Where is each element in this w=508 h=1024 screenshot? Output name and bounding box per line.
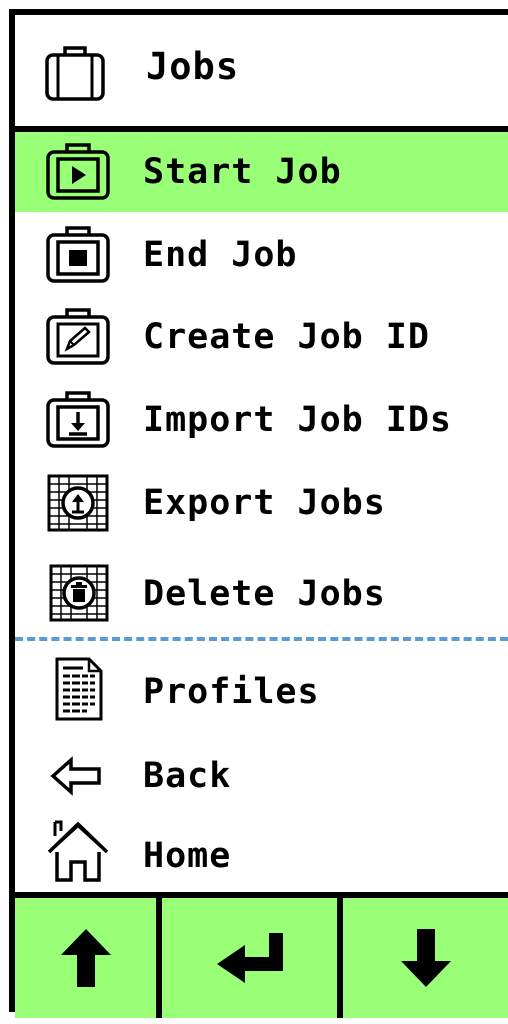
enter-button[interactable] <box>162 898 343 1018</box>
menu-item-label: End Job <box>143 235 298 275</box>
menu-item-label: Home <box>143 836 232 876</box>
menu-item-label: Start Job <box>143 152 342 192</box>
menu-item-end-job[interactable]: End Job <box>15 215 508 295</box>
back-arrow-icon <box>43 746 113 806</box>
menu-item-export-jobs[interactable]: Export Jobs <box>15 463 508 543</box>
menu-item-back[interactable]: Back <box>15 736 508 816</box>
document-icon <box>43 657 113 722</box>
menu-item-label: Back <box>143 756 232 796</box>
export-icon <box>43 473 113 533</box>
enter-icon <box>215 931 285 985</box>
delete-icon <box>43 564 113 624</box>
menu-item-label: Delete Jobs <box>143 574 386 614</box>
menu-item-label: Import Job IDs <box>143 400 453 440</box>
menu-item-label: Profiles <box>143 672 320 712</box>
arrow-up-icon <box>59 927 113 989</box>
menu-item-label: Create Job ID <box>143 317 430 357</box>
menu-item-import-job-ids[interactable]: Import Job IDs <box>15 380 508 460</box>
page-title: Jobs <box>146 45 240 88</box>
briefcase-import-icon <box>43 390 113 450</box>
briefcase-play-icon <box>43 142 113 202</box>
menu-item-profiles[interactable]: Profiles <box>15 652 508 732</box>
menu-item-label: Export Jobs <box>143 483 386 523</box>
navigation-controls <box>15 892 508 1024</box>
menu-divider <box>15 637 508 641</box>
arrow-down-icon <box>399 927 453 989</box>
menu-item-home[interactable]: Home <box>15 816 508 896</box>
menu-item-start-job[interactable]: Start Job <box>15 132 508 212</box>
briefcase-icon <box>43 43 107 103</box>
jobs-menu-screen: Jobs Start Job End Job Create Job ID Imp… <box>9 9 508 1018</box>
menu-item-create-job-id[interactable]: Create Job ID <box>15 297 508 377</box>
up-button[interactable] <box>15 898 162 1018</box>
home-icon <box>43 820 113 886</box>
menu-item-delete-jobs[interactable]: Delete Jobs <box>15 554 508 634</box>
briefcase-stop-icon <box>43 225 113 285</box>
menu-header: Jobs <box>15 15 508 132</box>
briefcase-edit-icon <box>43 307 113 367</box>
down-button[interactable] <box>343 898 508 1018</box>
